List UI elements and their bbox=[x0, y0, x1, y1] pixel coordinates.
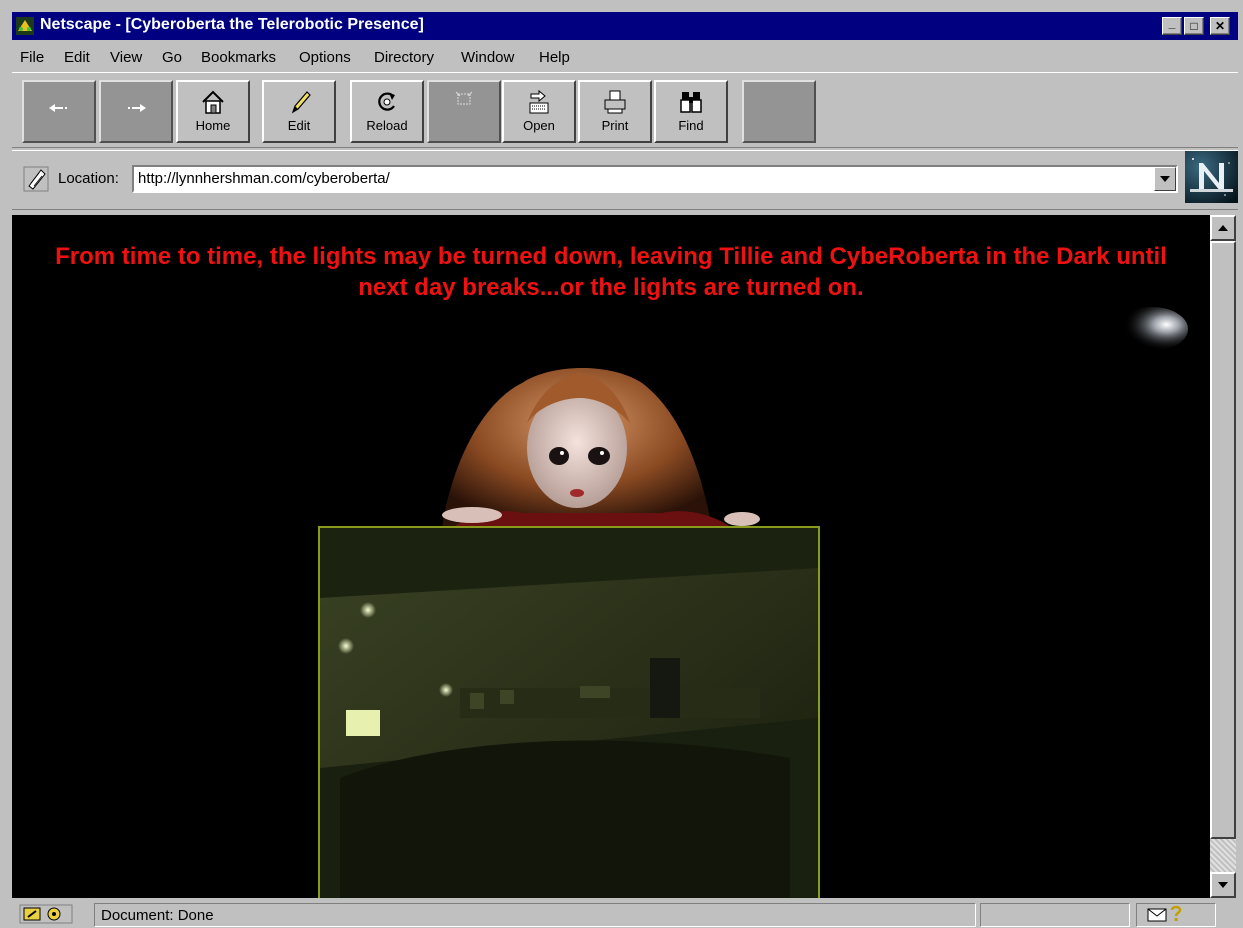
page-content: From time to time, the lights may be tur… bbox=[12, 215, 1210, 898]
status-bar: Document: Done bbox=[12, 900, 1238, 928]
maximize-button[interactable]: □ bbox=[1184, 17, 1204, 35]
images-icon bbox=[455, 91, 473, 105]
images-button[interactable] bbox=[427, 80, 501, 143]
close-icon: ✕ bbox=[1214, 19, 1226, 33]
reload-label: Reload bbox=[366, 118, 408, 133]
doll-image bbox=[442, 368, 760, 528]
menu-help[interactable]: Help bbox=[539, 49, 570, 66]
home-label: Home bbox=[195, 118, 231, 133]
back-button[interactable] bbox=[22, 80, 96, 143]
location-bar: Location: http://lynnhershman.com/cybero… bbox=[12, 150, 1238, 210]
security-key-icon[interactable] bbox=[16, 903, 84, 925]
netscape-app-icon bbox=[16, 17, 34, 35]
close-button[interactable]: ✕ bbox=[1210, 17, 1230, 35]
print-icon bbox=[604, 90, 626, 114]
menu-window[interactable]: Window bbox=[461, 49, 514, 66]
scroll-up-button[interactable] bbox=[1210, 215, 1236, 241]
open-label: Open bbox=[523, 118, 555, 133]
edit-pencil-icon bbox=[291, 91, 311, 114]
mail-icon[interactable] bbox=[1147, 908, 1167, 922]
arrow-down-icon bbox=[1218, 882, 1228, 888]
status-text: Document: Done bbox=[94, 903, 976, 927]
menu-go[interactable]: Go bbox=[162, 49, 182, 66]
print-button[interactable]: Print bbox=[578, 80, 652, 143]
netscape-n-logo[interactable] bbox=[1185, 151, 1238, 203]
stop-button[interactable] bbox=[742, 80, 816, 143]
menu-edit[interactable]: Edit bbox=[64, 49, 90, 66]
menu-file[interactable]: File bbox=[20, 49, 44, 66]
minimize-button[interactable]: _ bbox=[1162, 17, 1182, 35]
window-title: Netscape - [Cyberoberta the Telerobotic … bbox=[40, 16, 424, 33]
reload-icon bbox=[378, 92, 395, 111]
menu-view[interactable]: View bbox=[110, 49, 142, 66]
reload-button[interactable]: Reload bbox=[350, 80, 424, 143]
webcam-view bbox=[318, 526, 820, 898]
print-label: Print bbox=[601, 118, 629, 133]
chevron-down-icon bbox=[1160, 176, 1170, 182]
open-button[interactable]: Open bbox=[502, 80, 576, 143]
forward-arrow-icon bbox=[128, 104, 146, 112]
title-bar[interactable]: Netscape - [Cyberoberta the Telerobotic … bbox=[12, 12, 1238, 40]
find-label: Find bbox=[678, 118, 704, 133]
url-dropdown-button[interactable] bbox=[1154, 167, 1176, 191]
scroll-track[interactable] bbox=[1210, 839, 1236, 872]
forward-button[interactable] bbox=[99, 80, 173, 143]
maximize-icon: □ bbox=[1190, 19, 1198, 33]
arrow-up-icon bbox=[1218, 225, 1228, 231]
navigation-toolbar: Home Edit Reload Open Print Find bbox=[12, 72, 1238, 148]
webcam-image bbox=[320, 528, 818, 898]
home-button[interactable]: Home bbox=[176, 80, 250, 143]
menu-bar: File Edit View Go Bookmarks Options Dire… bbox=[12, 42, 1238, 72]
netscape-n-icon bbox=[1185, 151, 1238, 203]
notice-text: From time to time, the lights may be tur… bbox=[55, 243, 1167, 301]
find-button[interactable]: Find bbox=[654, 80, 728, 143]
find-binoculars-icon bbox=[680, 92, 702, 113]
light-orb-image bbox=[1116, 307, 1188, 351]
scroll-down-button[interactable] bbox=[1210, 872, 1236, 898]
status-icons bbox=[1136, 903, 1216, 927]
edit-button[interactable]: Edit bbox=[262, 80, 336, 143]
menu-bookmarks[interactable]: Bookmarks bbox=[201, 49, 276, 66]
location-label: Location: bbox=[58, 170, 119, 187]
progress-indicator bbox=[980, 903, 1130, 927]
menu-options[interactable]: Options bbox=[299, 49, 351, 66]
help-question-icon[interactable] bbox=[1169, 905, 1183, 923]
back-arrow-icon bbox=[49, 104, 67, 112]
scroll-thumb[interactable] bbox=[1210, 241, 1236, 839]
open-icon bbox=[529, 89, 549, 114]
url-input[interactable]: http://lynnhershman.com/cyberoberta/ bbox=[132, 165, 1178, 193]
menu-directory[interactable]: Directory bbox=[374, 49, 434, 66]
edit-label: Edit bbox=[287, 118, 311, 133]
minimize-icon: _ bbox=[1168, 16, 1176, 30]
vertical-scrollbar[interactable] bbox=[1210, 215, 1238, 898]
bookmark-icon[interactable] bbox=[22, 165, 50, 193]
home-icon bbox=[202, 90, 224, 114]
